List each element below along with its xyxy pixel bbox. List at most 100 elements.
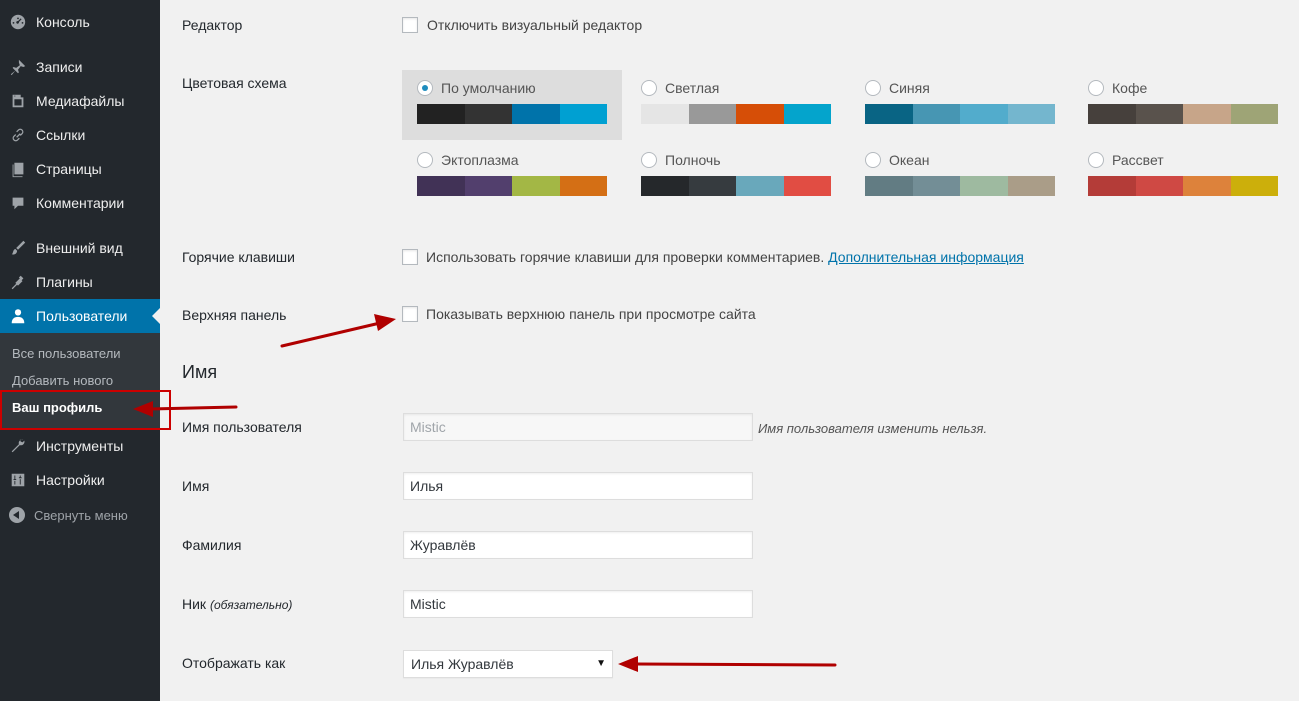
hotkeys-checkbox[interactable] [402, 249, 418, 265]
nickname-input[interactable] [403, 590, 753, 618]
color-swatches [641, 176, 831, 196]
color-swatch [1230, 104, 1278, 124]
color-swatch [1230, 176, 1278, 196]
collapse-label: Свернуть меню [34, 507, 128, 523]
comment-icon [0, 186, 36, 220]
color-scheme-name: Полночь [665, 152, 721, 168]
color-swatch [417, 176, 465, 196]
username-note: Имя пользователя изменить нельзя. [758, 421, 988, 436]
menu-item-tools[interactable]: Инструменты [0, 429, 160, 463]
color-scheme-radio[interactable] [1088, 80, 1104, 96]
color-scheme-label: Цветовая схема [182, 75, 287, 91]
disable-visual-editor-checkbox[interactable] [402, 17, 418, 33]
color-swatch [464, 104, 512, 124]
color-swatch [641, 176, 689, 196]
color-swatch [1088, 104, 1136, 124]
color-scheme-name: Светлая [665, 80, 720, 96]
editor-label: Редактор [182, 17, 243, 33]
menu-item-pages[interactable]: Страницы [0, 152, 160, 186]
menu-item-settings[interactable]: Настройки [0, 463, 160, 497]
submenu-all-users[interactable]: Все пользователи [12, 346, 121, 361]
menu-item-media[interactable]: Медиафайлы [0, 84, 160, 118]
color-swatch [1183, 104, 1231, 124]
color-swatch [1135, 176, 1183, 196]
menu-item-plugins[interactable]: Плагины [0, 265, 160, 299]
color-scheme-option[interactable]: Эктоплазма [402, 142, 622, 212]
color-swatch [783, 176, 831, 196]
menu-item-posts[interactable]: Записи [0, 50, 160, 84]
menu-label: Страницы [36, 161, 102, 177]
menu-item-dashboard[interactable]: Консоль [0, 5, 160, 39]
display-name-label: Отображать как [182, 655, 286, 671]
page-icon [0, 152, 36, 186]
color-swatch [1183, 176, 1231, 196]
color-scheme-radio[interactable] [417, 152, 433, 168]
color-swatch [512, 176, 560, 196]
color-swatch [736, 104, 784, 124]
hotkeys-label: Горячие клавиши [182, 249, 295, 265]
color-swatch [688, 104, 736, 124]
color-swatch [512, 104, 560, 124]
nickname-label: Ник (обязательно) [182, 596, 292, 612]
last-name-input[interactable] [403, 531, 753, 559]
dropdown-arrow-icon: ▼ [596, 658, 606, 669]
color-scheme-option[interactable]: Океан [850, 142, 1070, 212]
color-scheme-name: Синяя [889, 80, 930, 96]
menu-label: Медиафайлы [36, 93, 125, 109]
hotkeys-text: Использовать горячие клавиши для проверк… [426, 249, 825, 265]
annotation-arrow-display [634, 662, 837, 667]
menu-item-links[interactable]: Ссылки [0, 118, 160, 152]
color-swatches [1088, 104, 1278, 124]
collapse-menu-button[interactable]: Свернуть меню [0, 503, 160, 527]
first-name-input[interactable] [403, 472, 753, 500]
color-scheme-option[interactable]: Светлая [626, 70, 846, 140]
menu-item-appearance[interactable]: Внешний вид [0, 231, 160, 265]
color-swatch [960, 104, 1008, 124]
menu-item-comments[interactable]: Комментарии [0, 186, 160, 220]
color-scheme-name: Океан [889, 152, 930, 168]
user-icon [0, 299, 36, 333]
nickname-label-text: Ник [182, 596, 207, 612]
color-scheme-name: По умолчанию [441, 80, 536, 96]
color-scheme-radio[interactable] [641, 80, 657, 96]
color-scheme-radio[interactable] [417, 80, 433, 96]
color-swatch [417, 104, 465, 124]
collapse-arrow-icon [0, 507, 34, 523]
color-scheme-radio[interactable] [1088, 152, 1104, 168]
display-name-select[interactable]: Илья Журавлёв ▼ [403, 650, 613, 678]
color-scheme-option[interactable]: Полночь [626, 142, 846, 212]
color-swatch [1135, 104, 1183, 124]
menu-label: Консоль [36, 14, 90, 30]
disable-visual-editor-label: Отключить визуальный редактор [427, 17, 643, 33]
menu-label: Комментарии [36, 195, 125, 211]
show-toolbar-checkbox[interactable] [402, 306, 418, 322]
color-swatch [559, 104, 607, 124]
more-info-link[interactable]: Дополнительная информация [828, 249, 1024, 265]
color-swatches [1088, 176, 1278, 196]
color-swatch [912, 104, 960, 124]
color-scheme-option[interactable]: Синяя [850, 70, 1070, 140]
menu-item-users[interactable]: Пользователи [0, 299, 160, 333]
color-scheme-radio[interactable] [865, 80, 881, 96]
color-swatch [1007, 176, 1055, 196]
display-name-value: Илья Журавлёв [411, 656, 514, 672]
menu-label: Записи [36, 59, 83, 75]
dashboard-icon [0, 5, 36, 39]
color-scheme-option[interactable]: По умолчанию [402, 70, 622, 140]
annotation-arrowhead-display [618, 656, 638, 672]
color-swatches [417, 176, 607, 196]
color-swatches [865, 176, 1055, 196]
submenu-add-new[interactable]: Добавить нового [12, 373, 113, 388]
show-toolbar-label: Показывать верхнюю панель при просмотре … [426, 306, 756, 322]
menu-label: Инструменты [36, 438, 124, 454]
color-swatch [736, 176, 784, 196]
color-scheme-option[interactable]: Рассвет [1073, 142, 1293, 212]
annotation-highlight-box [0, 390, 171, 430]
color-scheme-option[interactable]: Кофе [1073, 70, 1293, 140]
color-scheme-radio[interactable] [641, 152, 657, 168]
menu-label: Настройки [36, 472, 105, 488]
color-swatch [865, 104, 913, 124]
menu-label: Плагины [36, 274, 93, 290]
color-swatch [865, 176, 913, 196]
color-scheme-radio[interactable] [865, 152, 881, 168]
